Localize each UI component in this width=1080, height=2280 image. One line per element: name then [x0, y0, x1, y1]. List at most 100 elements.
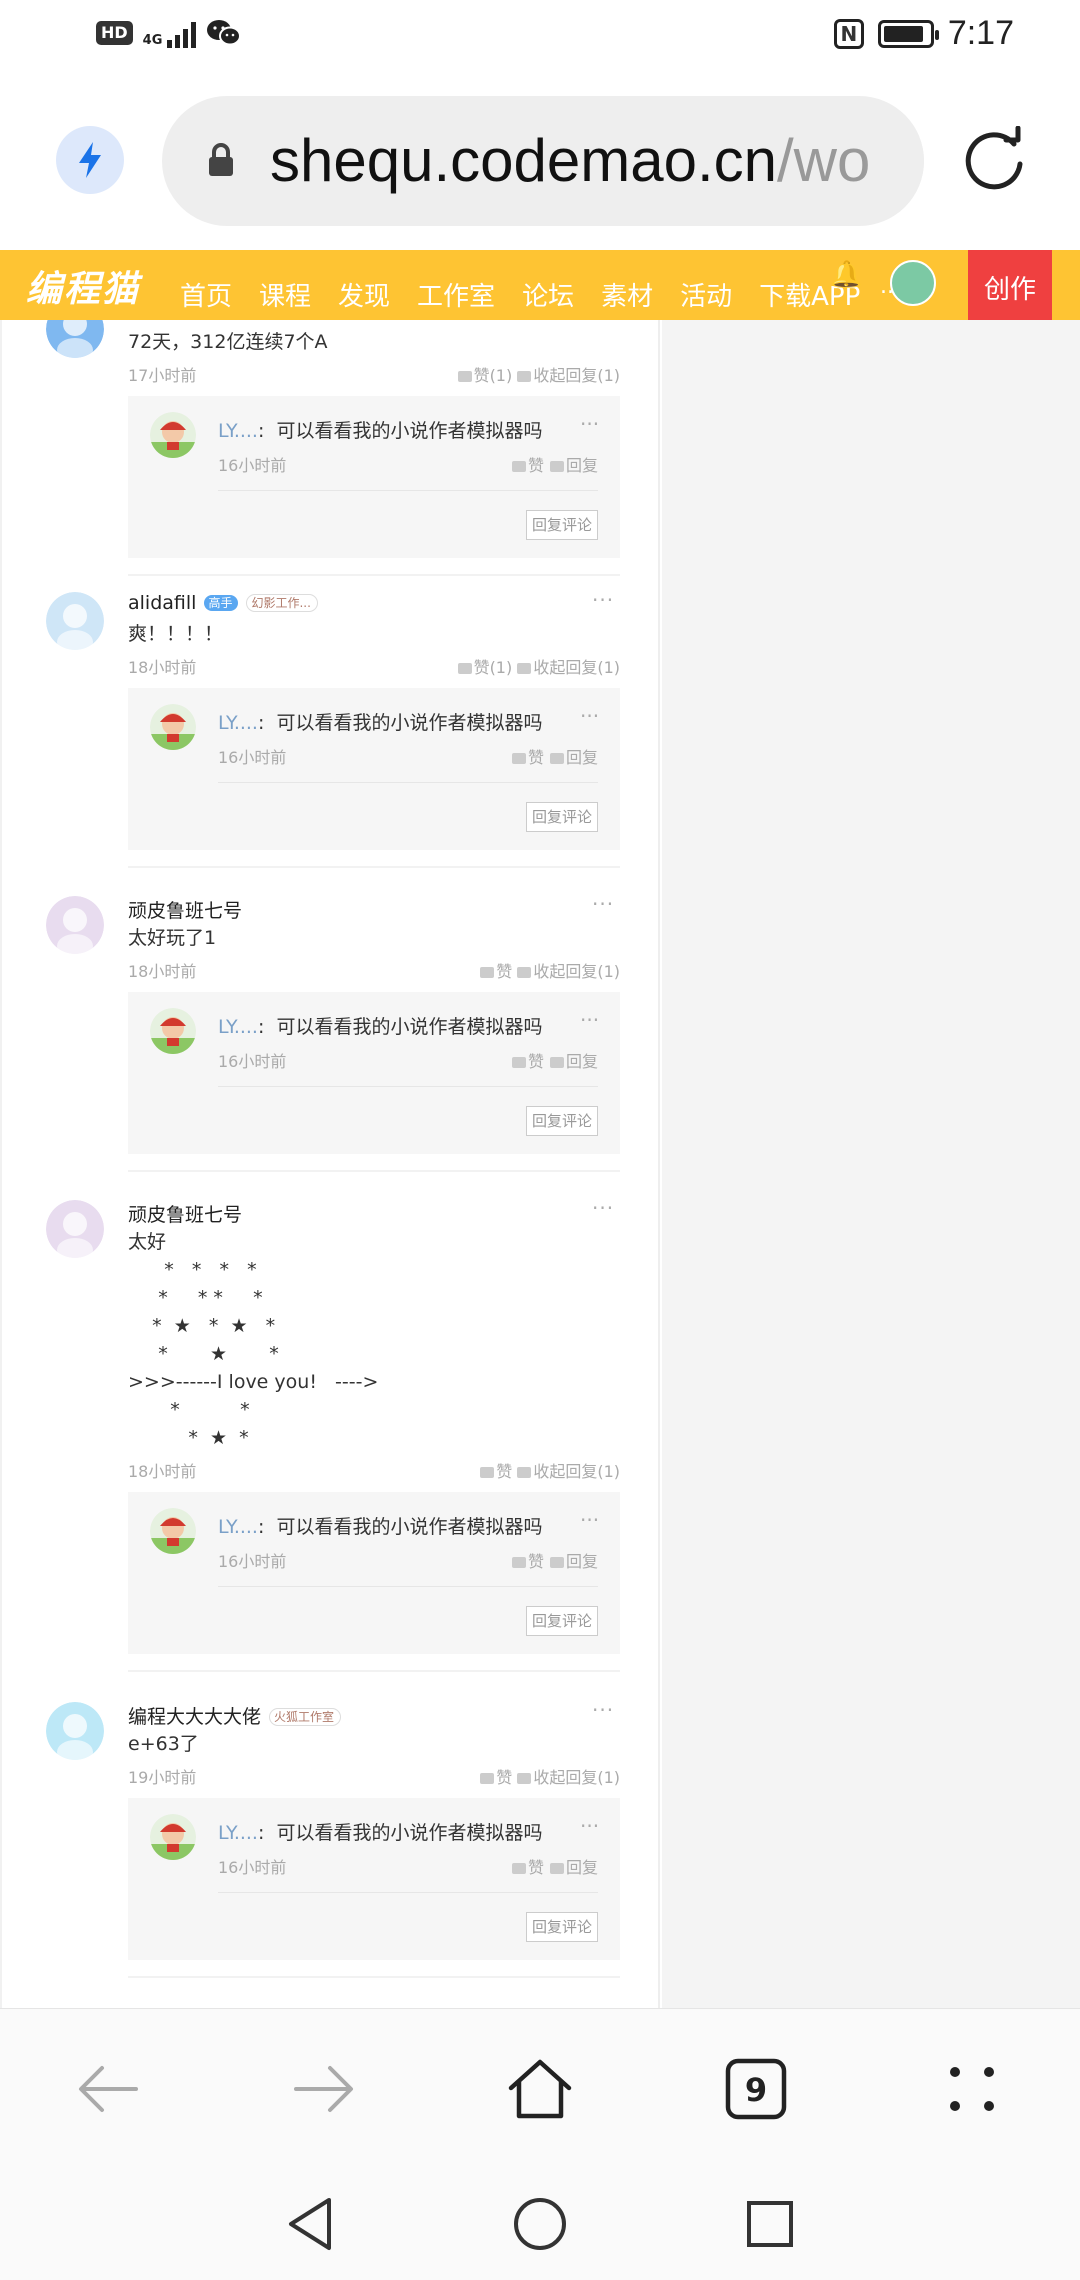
reply-text: 可以看看我的小说作者模拟器吗 — [276, 712, 543, 734]
url-bar[interactable]: shequ.codemao.cn/wo — [162, 96, 924, 226]
back-arrow-icon[interactable] — [68, 2049, 148, 2129]
comment-icon — [517, 371, 532, 382]
commenter-name[interactable]: 编程大大大大佬 火狐工作室 — [128, 1702, 342, 1729]
more-options-icon[interactable]: ··· — [580, 704, 599, 728]
comment-icon — [517, 663, 532, 674]
user-avatar[interactable] — [890, 260, 936, 306]
comment-time: 18小时前 — [128, 658, 197, 677]
reply-avatar[interactable] — [150, 704, 196, 750]
like-button[interactable]: 赞 — [496, 962, 512, 981]
reply-reply-button[interactable]: 回复 — [566, 1052, 598, 1071]
more-options-icon[interactable]: ··· — [580, 1508, 599, 1532]
reply-like-button[interactable]: 赞 — [528, 748, 544, 767]
codemao-logo[interactable]: 编程猫 — [26, 260, 140, 312]
collapse-replies-button[interactable]: 收起回复(1) — [533, 1768, 620, 1787]
reply-user[interactable]: LY.... — [218, 1516, 258, 1538]
more-options-icon[interactable]: ··· — [592, 1196, 614, 1220]
comment-divider — [128, 1976, 620, 1978]
reply-line: LY....: 可以看看我的小说作者模拟器吗 — [218, 420, 543, 442]
comment-actions: 赞 收起回复(1) — [442, 1458, 620, 1482]
commenter-avatar[interactable] — [46, 320, 104, 358]
reply-comment-button[interactable]: 回复评论 — [525, 1606, 598, 1636]
reply-comment-button[interactable]: 回复评论 — [525, 1912, 598, 1942]
reply-avatar[interactable] — [150, 1008, 196, 1054]
more-options-icon[interactable]: ··· — [592, 588, 614, 612]
reply-user[interactable]: LY.... — [218, 1822, 258, 1844]
home-icon[interactable] — [500, 2049, 580, 2129]
reply-comment-button[interactable]: 回复评论 — [525, 1106, 598, 1136]
like-button[interactable]: 赞(1) — [474, 366, 513, 385]
reply-comment-button[interactable]: 回复评论 — [525, 510, 598, 540]
reply-reply-button[interactable]: 回复 — [566, 456, 598, 475]
commenter-avatar[interactable] — [46, 896, 104, 954]
collapse-replies-button[interactable]: 收起回复(1) — [533, 1462, 620, 1481]
comment-time: 19小时前 — [128, 1768, 197, 1787]
reply-divider — [218, 1892, 598, 1893]
reply-box: LY....: 可以看看我的小说作者模拟器吗 ··· 16小时前 赞 回复 回复评论 — [128, 688, 620, 850]
reply-reply-button[interactable]: 回复 — [566, 748, 598, 767]
reload-icon[interactable] — [962, 126, 1028, 192]
reply-actions: 赞 回复 — [506, 1854, 598, 1878]
comment-text: 爽！！！！ — [128, 623, 224, 645]
create-button[interactable]: 创作 — [968, 250, 1052, 320]
reply-like-button[interactable]: 赞 — [528, 456, 544, 475]
more-options-icon[interactable]: ··· — [592, 1698, 614, 1722]
reply-reply-button[interactable]: 回复 — [566, 1858, 598, 1877]
reply-like-button[interactable]: 赞 — [528, 1552, 544, 1571]
nav-item[interactable]: 素材 — [601, 276, 653, 313]
reply-reply-button[interactable]: 回复 — [566, 1552, 598, 1571]
like-button[interactable]: 赞(1) — [474, 658, 513, 677]
reply-user[interactable]: LY.... — [218, 712, 258, 734]
browser-toolbar: 9 — [0, 2008, 1080, 2175]
collapse-replies-button[interactable]: 收起回复(1) — [533, 366, 620, 385]
like-button[interactable]: 赞 — [496, 1768, 512, 1787]
commenter-name[interactable]: 顽皮鲁班七号 — [128, 896, 242, 923]
tabs-button[interactable]: 9 — [716, 2049, 796, 2129]
system-home-icon[interactable] — [510, 2194, 570, 2254]
nav-item[interactable]: 活动 — [680, 276, 732, 313]
url-text[interactable]: shequ.codemao.cn/wo — [270, 126, 924, 195]
nav-item[interactable]: 首页 — [180, 276, 232, 313]
reply-avatar[interactable] — [150, 1814, 196, 1860]
nav-item[interactable]: 工作室 — [417, 276, 495, 313]
nfc-icon: N — [833, 18, 864, 49]
reply-comment-button[interactable]: 回复评论 — [525, 802, 598, 832]
system-back-icon[interactable] — [280, 2194, 340, 2254]
thumbs-up-icon — [511, 1863, 526, 1874]
hd-icon: HD — [96, 21, 133, 45]
lightning-icon[interactable] — [56, 126, 124, 194]
commenter-name[interactable]: alidafill 高手 幻影工作... — [128, 592, 318, 614]
collapse-replies-button[interactable]: 收起回复(1) — [533, 658, 620, 677]
reply-user[interactable]: LY.... — [218, 420, 258, 442]
more-options-icon[interactable]: ··· — [580, 1814, 599, 1838]
like-button[interactable]: 赞 — [496, 1462, 512, 1481]
collapse-replies-button[interactable]: 收起回复(1) — [533, 962, 620, 981]
status-bar: HD 4G N 7:17 — [0, 0, 1080, 74]
bell-icon[interactable]: 🔔 — [830, 260, 862, 290]
system-recents-icon[interactable] — [740, 2194, 800, 2254]
reply-like-button[interactable]: 赞 — [528, 1858, 544, 1877]
nav-item[interactable]: 论坛 — [522, 276, 574, 313]
nav-item[interactable]: 课程 — [259, 276, 311, 313]
reply-box: LY....: 可以看看我的小说作者模拟器吗 ··· 16小时前 赞 回复 回复评论 — [128, 992, 620, 1154]
commenter-avatar[interactable] — [46, 1200, 104, 1258]
commenter-avatar[interactable] — [46, 592, 104, 650]
more-options-icon[interactable]: ··· — [580, 412, 599, 436]
commenter-avatar[interactable] — [46, 1702, 104, 1760]
reply-avatar[interactable] — [150, 412, 196, 458]
reply-like-button[interactable]: 赞 — [528, 1052, 544, 1071]
comment-time: 18小时前 — [128, 962, 197, 981]
nav-item[interactable]: 发现 — [338, 276, 390, 313]
more-options-icon[interactable]: ··· — [592, 892, 614, 916]
thumbs-up-icon — [511, 1557, 526, 1568]
forward-arrow-icon[interactable] — [284, 2049, 364, 2129]
menu-dots-icon[interactable] — [932, 2049, 1012, 2129]
reply-avatar[interactable] — [150, 1508, 196, 1554]
thumbs-up-icon — [511, 753, 526, 764]
more-options-icon[interactable]: ··· — [580, 1008, 599, 1032]
commenter-name[interactable]: 顽皮鲁班七号 — [128, 1200, 242, 1227]
comment-divider — [128, 1670, 620, 1672]
reply-user[interactable]: LY.... — [218, 1016, 258, 1038]
comment-divider — [128, 866, 620, 868]
thumbs-up-icon — [457, 663, 472, 674]
